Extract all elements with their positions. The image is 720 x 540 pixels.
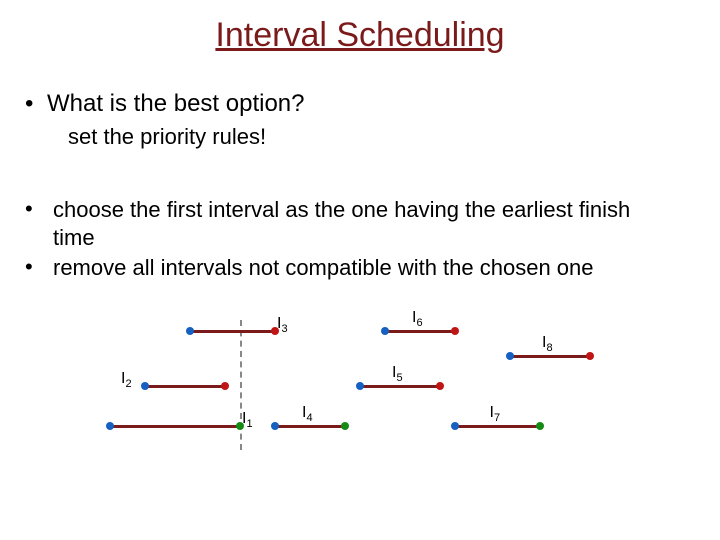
interval-I3 (190, 330, 275, 333)
interval-I7 (455, 425, 540, 428)
slide: Interval Scheduling What is the best opt… (0, 0, 720, 540)
interval-I8-label: I8 (542, 335, 553, 354)
interval-I6-start-dot (381, 327, 389, 335)
bullet-rule-2-text: remove all intervals not compatible with… (53, 254, 594, 282)
interval-I2-end-dot (221, 382, 229, 390)
interval-I4-label: I4 (302, 405, 313, 424)
interval-I2 (145, 385, 225, 388)
slide-title: Interval Scheduling (0, 16, 720, 55)
interval-I6-label: I6 (412, 310, 423, 329)
interval-I4 (275, 425, 345, 428)
interval-I8-end-dot (586, 352, 594, 360)
guideline (240, 320, 242, 450)
bullet-sub: set the priority rules! (68, 124, 266, 150)
interval-I3-start-dot (186, 327, 194, 335)
bullet-main: What is the best option? (25, 90, 304, 118)
interval-I7-start-dot (451, 422, 459, 430)
interval-I5-label: I5 (392, 365, 403, 384)
interval-I8-start-dot (506, 352, 514, 360)
interval-I4-end-dot (341, 422, 349, 430)
interval-I4-start-dot (271, 422, 279, 430)
interval-I7-end-dot (536, 422, 544, 430)
interval-I8 (510, 355, 590, 358)
interval-I5 (360, 385, 440, 388)
interval-I2-label: I2 (121, 371, 132, 390)
interval-I1 (110, 425, 240, 428)
bullet-rule-1-text: choose the first interval as the one hav… (53, 196, 665, 251)
bullet-rule-2: remove all intervals not compatible with… (25, 254, 665, 282)
interval-I6-end-dot (451, 327, 459, 335)
interval-I7-label: I7 (490, 405, 501, 424)
bullet-rule-1: choose the first interval as the one hav… (25, 196, 665, 251)
interval-I1-start-dot (106, 422, 114, 430)
bullet-main-text: What is the best option? (47, 90, 304, 118)
interval-I5-start-dot (356, 382, 364, 390)
interval-I6 (385, 330, 455, 333)
interval-I1-label: I1 (242, 411, 253, 430)
interval-I5-end-dot (436, 382, 444, 390)
interval-I3-label: I3 (277, 316, 288, 335)
interval-diagram: I1 I2 I3 I4 I5 I6 I7 I8 (110, 310, 610, 510)
interval-I2-start-dot (141, 382, 149, 390)
